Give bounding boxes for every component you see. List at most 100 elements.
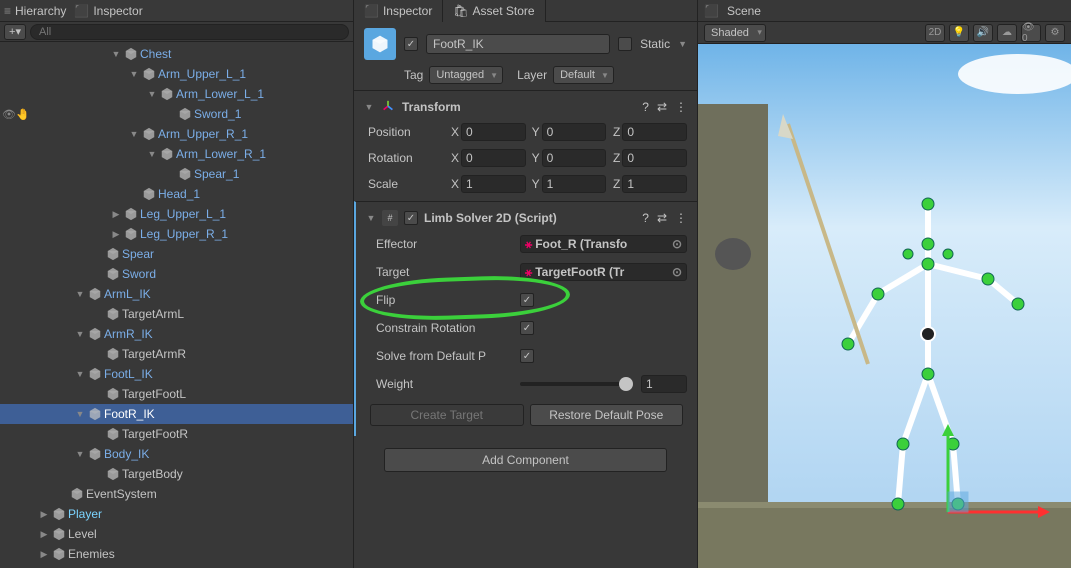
- visibility-toggle[interactable]: [2, 64, 26, 84]
- tree-row[interactable]: Sword: [0, 264, 353, 284]
- hierarchy-tab[interactable]: ≡ Hierarchy: [4, 4, 66, 18]
- visibility-toggle[interactable]: [2, 504, 26, 524]
- tree-row[interactable]: Chest: [0, 44, 353, 64]
- audio-icon[interactable]: 🔊: [973, 24, 993, 42]
- hierarchy-tree[interactable]: ChestArm_Upper_L_1Arm_Lower_L_1👁🤚Sword_1…: [0, 42, 353, 568]
- tree-row[interactable]: Player: [0, 504, 353, 524]
- static-checkbox[interactable]: [618, 37, 632, 51]
- limb-solver-header[interactable]: # ✓ Limb Solver 2D (Script) ? ⇄ ⋮: [356, 206, 697, 230]
- tree-row[interactable]: FootL_IK: [0, 364, 353, 384]
- visibility-toggle[interactable]: [2, 304, 26, 324]
- 2d-toggle-button[interactable]: 2D: [925, 24, 945, 42]
- visibility-toggle[interactable]: [2, 364, 26, 384]
- layer-dropdown[interactable]: Default: [553, 66, 614, 84]
- restore-pose-button[interactable]: Restore Default Pose: [530, 404, 684, 426]
- caret-icon[interactable]: [146, 89, 158, 99]
- caret-icon[interactable]: [74, 329, 86, 339]
- tree-row[interactable]: 👁🤚Sword_1: [0, 104, 353, 124]
- scene-tab[interactable]: ⬛ Scene: [698, 0, 1071, 22]
- gameobject-name-input[interactable]: FootR_IK: [426, 34, 610, 54]
- position-x-input[interactable]: [461, 123, 526, 141]
- visibility-toggle[interactable]: [2, 484, 26, 504]
- visibility-toggle[interactable]: [2, 424, 26, 444]
- visibility-toggle[interactable]: [2, 444, 26, 464]
- transform-caret-icon[interactable]: [364, 102, 374, 112]
- tree-row[interactable]: Arm_Lower_R_1: [0, 144, 353, 164]
- gameobject-active-checkbox[interactable]: ✓: [404, 37, 418, 51]
- visibility-toggle[interactable]: [2, 224, 26, 244]
- tree-row[interactable]: Leg_Upper_R_1: [0, 224, 353, 244]
- tree-row[interactable]: TargetFootL: [0, 384, 353, 404]
- transform-header[interactable]: Transform ? ⇄ ⋮: [354, 95, 697, 119]
- visibility-toggle[interactable]: [2, 204, 26, 224]
- add-component-button[interactable]: Add Component: [384, 448, 667, 472]
- tree-row[interactable]: TargetBody: [0, 464, 353, 484]
- visibility-toggle[interactable]: [2, 124, 26, 144]
- tree-row[interactable]: Spear: [0, 244, 353, 264]
- menu-icon[interactable]: ⋮: [675, 211, 687, 225]
- tree-row[interactable]: TargetFootR: [0, 424, 353, 444]
- tree-row[interactable]: Leg_Upper_L_1: [0, 204, 353, 224]
- menu-icon[interactable]: ⋮: [675, 100, 687, 114]
- tree-row[interactable]: Arm_Upper_R_1: [0, 124, 353, 144]
- help-icon[interactable]: ?: [642, 211, 649, 225]
- tree-row[interactable]: Head_1: [0, 184, 353, 204]
- caret-icon[interactable]: [74, 369, 86, 379]
- visibility-toggle[interactable]: [2, 44, 26, 64]
- visibility-toggle[interactable]: [2, 524, 26, 544]
- caret-icon[interactable]: [74, 409, 86, 419]
- tree-row[interactable]: Level: [0, 524, 353, 544]
- visibility-toggle[interactable]: [2, 404, 26, 424]
- tree-row[interactable]: Arm_Upper_L_1: [0, 64, 353, 84]
- visibility-toggle[interactable]: [2, 464, 26, 484]
- limb-enabled-checkbox[interactable]: ✓: [404, 211, 418, 225]
- constrain-checkbox[interactable]: ✓: [520, 321, 534, 335]
- limb-caret-icon[interactable]: [366, 213, 376, 223]
- tree-row[interactable]: Enemies: [0, 544, 353, 564]
- gizmo-icon[interactable]: ⚙: [1045, 24, 1065, 42]
- caret-icon[interactable]: [74, 449, 86, 459]
- tree-row[interactable]: Elfs: [0, 564, 353, 568]
- solve-checkbox[interactable]: ✓: [520, 349, 534, 363]
- visibility-toggle[interactable]: [2, 324, 26, 344]
- fx-icon[interactable]: ☁: [997, 24, 1017, 42]
- rotation-z-input[interactable]: [622, 149, 687, 167]
- static-dropdown-icon[interactable]: ▼: [678, 39, 687, 49]
- scale-x-input[interactable]: [461, 175, 526, 193]
- help-icon[interactable]: ?: [642, 100, 649, 114]
- visibility-toggle[interactable]: [2, 564, 26, 568]
- visibility-toggle[interactable]: [2, 284, 26, 304]
- scene-view[interactable]: [698, 44, 1071, 568]
- light-icon[interactable]: 💡: [949, 24, 969, 42]
- tree-row[interactable]: TargetArmR: [0, 344, 353, 364]
- position-z-input[interactable]: [622, 123, 687, 141]
- visibility-toggle[interactable]: [2, 144, 26, 164]
- rotation-x-input[interactable]: [461, 149, 526, 167]
- target-field[interactable]: ⚹TargetFootR (Tr⊙: [520, 263, 687, 281]
- caret-icon[interactable]: [38, 529, 50, 540]
- caret-icon[interactable]: [110, 209, 122, 220]
- weight-input[interactable]: [641, 375, 687, 393]
- position-y-input[interactable]: [542, 123, 607, 141]
- caret-icon[interactable]: [74, 289, 86, 299]
- visibility-toggle[interactable]: [2, 84, 26, 104]
- add-button[interactable]: +▾: [4, 24, 26, 40]
- hierarchy-search-input[interactable]: [30, 24, 349, 40]
- tree-row[interactable]: FootR_IK: [0, 404, 353, 424]
- preset-icon[interactable]: ⇄: [657, 100, 667, 114]
- visibility-toggle[interactable]: [2, 164, 26, 184]
- scale-y-input[interactable]: [542, 175, 607, 193]
- caret-icon[interactable]: [38, 549, 50, 560]
- tree-row[interactable]: ArmL_IK: [0, 284, 353, 304]
- tree-row[interactable]: ArmR_IK: [0, 324, 353, 344]
- visibility-toggle[interactable]: [2, 264, 26, 284]
- rotation-y-input[interactable]: [542, 149, 607, 167]
- tree-row[interactable]: Body_IK: [0, 444, 353, 464]
- flip-checkbox[interactable]: ✓: [520, 293, 534, 307]
- weight-slider[interactable]: [520, 382, 633, 386]
- visibility-toggle[interactable]: [2, 184, 26, 204]
- inspector-tab[interactable]: ⬛ Inspector: [354, 0, 443, 22]
- caret-icon[interactable]: [110, 49, 122, 59]
- visibility-toggle[interactable]: [2, 344, 26, 364]
- caret-icon[interactable]: [146, 149, 158, 159]
